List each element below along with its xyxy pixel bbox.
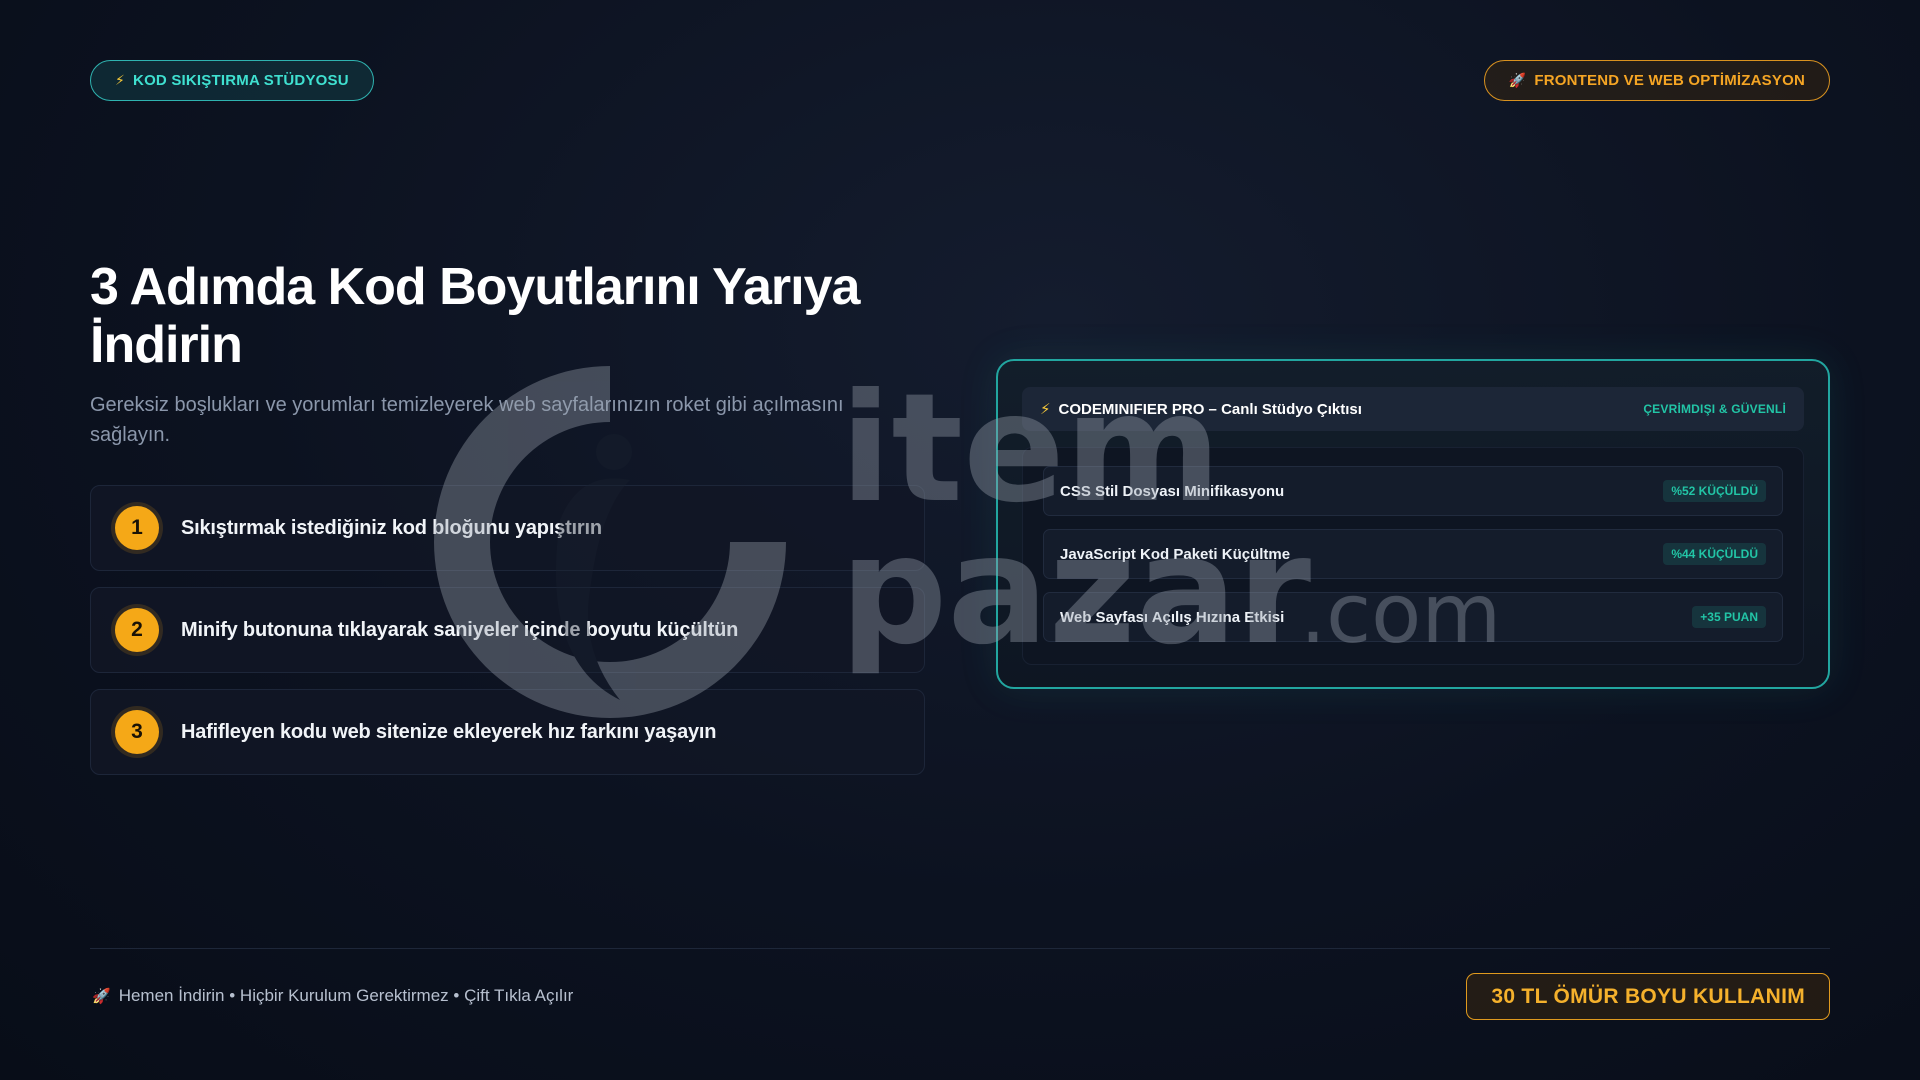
step-text: Sıkıştırmak istediğiniz kod bloğunu yapı… xyxy=(181,516,602,539)
step-number: 1 xyxy=(115,506,159,550)
step-text: Minify butonuna tıklayarak saniyeler içi… xyxy=(181,618,739,641)
footer-note-text: Hemen İndirin • Hiçbir Kurulum Gerektirm… xyxy=(118,986,574,1005)
optimization-badge: 🚀 FRONTEND VE WEB OPTİMİZASYON xyxy=(1483,60,1830,101)
result-row: Web Sayfası Açılış Hızına Etkisi +35 PUA… xyxy=(1043,592,1783,642)
panel-title: CODEMINIFIER PRO – Canlı Stüdyo Çıktısı xyxy=(1058,400,1362,418)
results-list: CSS Stil Dosyası Minifikasyonu %52 KÜÇÜL… xyxy=(1022,447,1804,665)
step-item: 3 Hafifleyen kodu web sitenize ekleyerek… xyxy=(90,689,925,775)
result-label: JavaScript Kod Paketi Küçültme xyxy=(1060,545,1291,563)
step-number: 3 xyxy=(115,710,159,754)
step-number: 2 xyxy=(115,608,159,652)
studio-output-panel: ⚡ CODEMINIFIER PRO – Canlı Stüdyo Çıktıs… xyxy=(996,359,1830,689)
result-badge: %44 KÜÇÜLDÜ xyxy=(1663,543,1766,565)
page-subtitle: Gereksiz boşlukları ve yorumları temizle… xyxy=(90,394,844,446)
result-label: CSS Stil Dosyası Minifikasyonu xyxy=(1060,482,1285,500)
step-text: Hafifleyen kodu web sitenize ekleyerek h… xyxy=(181,720,717,743)
lightning-icon: ⚡ xyxy=(115,72,126,88)
studio-badge-label: KOD SIKIŞTIRMA STÜDYOSU xyxy=(133,72,349,89)
footer-note: 🚀 Hemen İndirin • Hiçbir Kurulum Gerekti… xyxy=(92,986,573,1006)
panel-header: ⚡ CODEMINIFIER PRO – Canlı Stüdyo Çıktıs… xyxy=(1022,387,1804,431)
step-item: 2 Minify butonuna tıklayarak saniyeler i… xyxy=(90,587,925,673)
rocket-icon: 🚀 xyxy=(92,988,111,1005)
status-badge: ÇEVRİMDIŞI & GÜVENLİ xyxy=(1643,402,1786,416)
result-label: Web Sayfası Açılış Hızına Etkisi xyxy=(1060,608,1285,626)
page-title: 3 Adımda Kod Boyutlarını Yarıya İndirin xyxy=(90,258,860,374)
steps-list: 1 Sıkıştırmak istediğiniz kod bloğunu ya… xyxy=(90,485,925,791)
optimization-badge-label: FRONTEND VE WEB OPTİMİZASYON xyxy=(1534,72,1805,89)
purchase-button[interactable]: 30 TL ÖMÜR BOYU KULLANIM xyxy=(1466,973,1830,1020)
result-badge: +35 PUAN xyxy=(1692,606,1766,628)
result-badge: %52 KÜÇÜLDÜ xyxy=(1663,480,1766,502)
result-row: CSS Stil Dosyası Minifikasyonu %52 KÜÇÜL… xyxy=(1043,466,1783,516)
step-item: 1 Sıkıştırmak istediğiniz kod bloğunu ya… xyxy=(90,485,925,571)
footer-divider xyxy=(90,948,1830,949)
result-row: JavaScript Kod Paketi Küçültme %44 KÜÇÜL… xyxy=(1043,529,1783,579)
rocket-icon: 🚀 xyxy=(1508,72,1527,88)
studio-badge: ⚡ KOD SIKIŞTIRMA STÜDYOSU xyxy=(90,60,374,101)
lightning-icon: ⚡ xyxy=(1040,401,1051,418)
